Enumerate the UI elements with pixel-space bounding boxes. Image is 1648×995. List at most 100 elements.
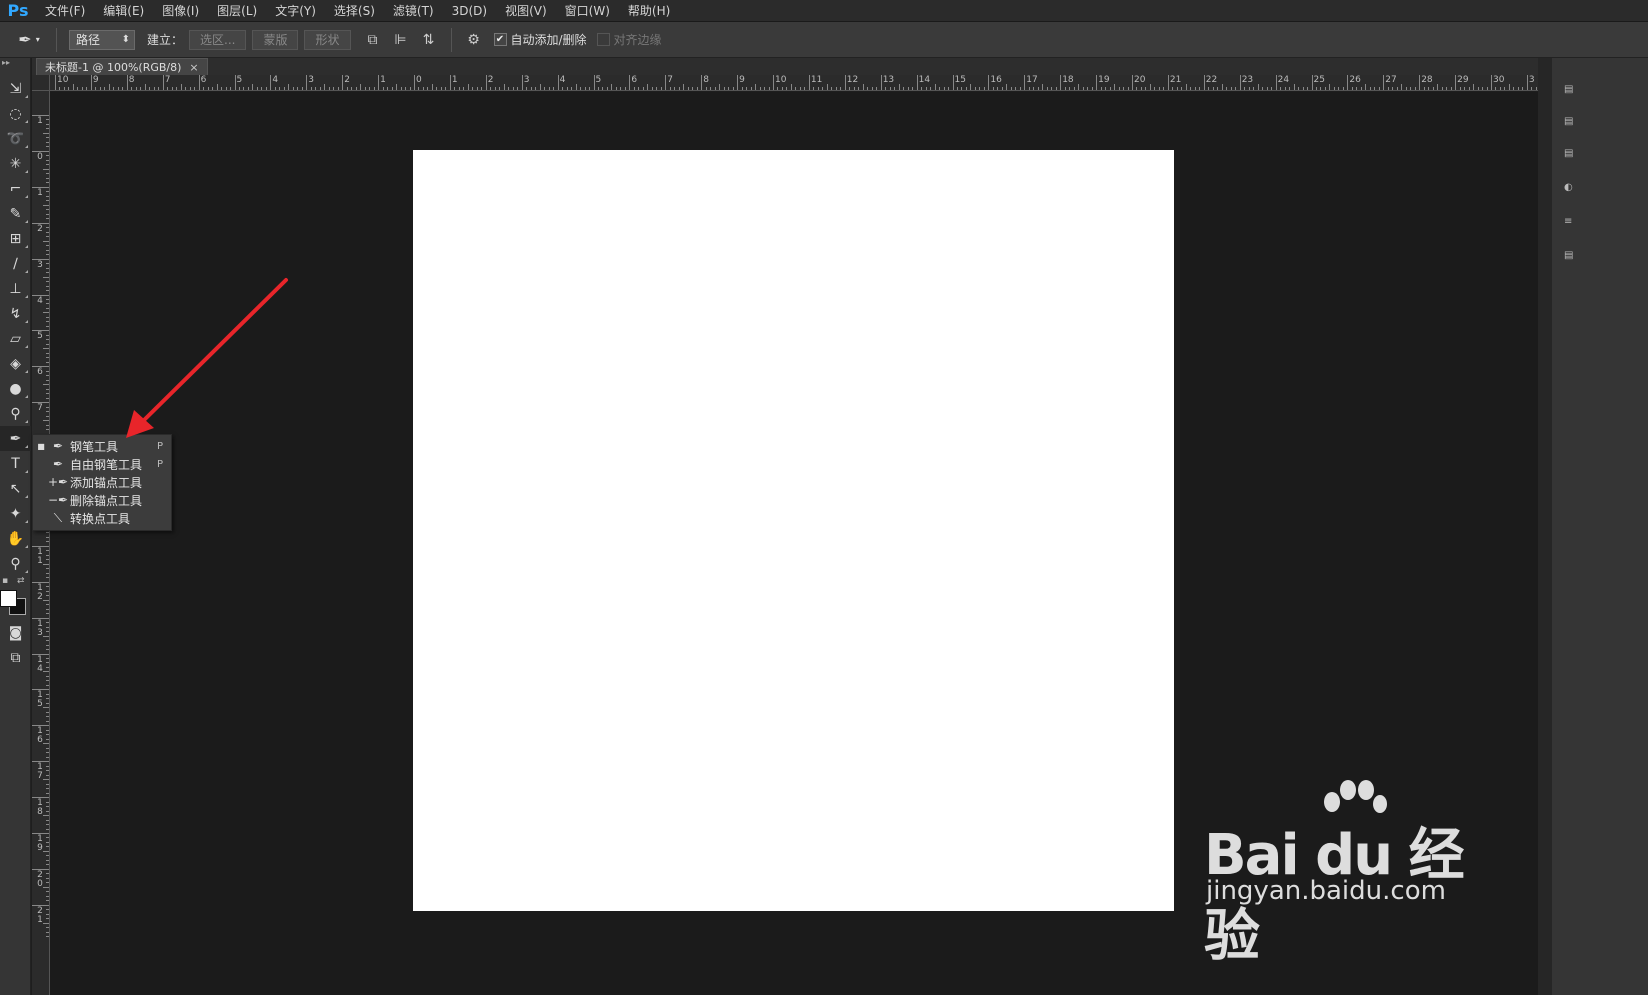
ruler-origin[interactable] [32, 75, 50, 91]
move-tool-icon: ⇲ [9, 80, 22, 97]
tool-button[interactable]: ⊞ [0, 226, 31, 251]
menu-item-select[interactable]: 选择(S) [325, 0, 384, 22]
screen-mode-icon: ⧉ [10, 649, 21, 666]
ruler-tick [46, 568, 49, 570]
ruler-tick [261, 87, 263, 90]
tool-button[interactable]: ✋ [0, 526, 31, 551]
document-canvas[interactable] [413, 150, 1174, 911]
flyout-item[interactable]: ✒ 自由钢笔工具 P [33, 455, 171, 473]
tool-button[interactable]: ✳ [0, 151, 31, 176]
ruler-tick [1194, 87, 1196, 90]
ruler-label: 3 [37, 259, 43, 270]
ruler-tick [46, 734, 49, 736]
tool-button[interactable]: ✦ [0, 501, 31, 526]
ruler-tick [46, 267, 49, 269]
foreground-color-swatch[interactable] [0, 590, 17, 607]
vertical-ruler[interactable]: 101234567891 01 11 21 31 41 51 61 71 81 … [32, 91, 50, 995]
ruler-tick [32, 761, 49, 763]
default-colors-icon[interactable]: ▪ [2, 576, 8, 586]
tool-button[interactable]: ⇲ [0, 76, 31, 101]
ruler-tick [1495, 87, 1497, 90]
ruler-tick [135, 87, 137, 90]
path-alignment-icon[interactable]: ⊫ [387, 29, 415, 51]
tool-preset-picker[interactable]: ✒ ▾ [10, 27, 48, 53]
menu-item-image[interactable]: 图像(I) [153, 0, 208, 22]
ruler-tick [687, 87, 689, 90]
ruler-label: 22 [1205, 75, 1218, 85]
panel-icon[interactable]: ▤ [1564, 250, 1574, 268]
menu-item-window[interactable]: 窗口(W) [556, 0, 619, 22]
ruler-tick [1244, 87, 1246, 90]
ruler-tick [43, 886, 49, 888]
menu-item-layer[interactable]: 图层(L) [208, 0, 266, 22]
panel-icon[interactable]: ▤ [1564, 84, 1574, 102]
document-tab[interactable]: 未标题-1 @ 100%(RGB/8) × [36, 58, 208, 75]
close-icon[interactable]: × [189, 61, 198, 74]
tool-button[interactable]: ↖ [0, 476, 31, 501]
flyout-item[interactable]: +✒ 添加锚点工具 [33, 473, 171, 491]
tool-button[interactable]: ● [0, 376, 31, 401]
flyout-item[interactable]: −✒ 删除锚点工具 [33, 491, 171, 509]
menu-item-file[interactable]: 文件(F) [36, 0, 94, 22]
tool-button[interactable]: ▱ [0, 326, 31, 351]
path-operations-icon[interactable]: ⧉ [359, 29, 387, 51]
panel-icon[interactable]: ▤ [1564, 116, 1574, 134]
panel-icon[interactable]: ▤ [1564, 148, 1574, 166]
screen-mode-button[interactable]: ⧉ [0, 645, 31, 670]
menu-item-filter[interactable]: 滤镜(T) [384, 0, 443, 22]
flyout-item-label: 添加锚点工具 [70, 475, 143, 490]
align-edges-checkbox[interactable] [596, 33, 610, 46]
make-mask-button[interactable]: 蒙版 [252, 29, 299, 50]
tool-button[interactable]: ◈ [0, 351, 31, 376]
gear-icon[interactable]: ⚙ [460, 29, 488, 51]
tool-button[interactable]: ⚲ [0, 401, 31, 426]
ruler-tick [1019, 87, 1021, 90]
menu-item-help[interactable]: 帮助(H) [619, 0, 679, 22]
auto-add-delete-checkbox[interactable]: ✔ [493, 33, 507, 46]
quick-mask-button[interactable]: ◙ [0, 620, 31, 645]
ruler-tick [983, 87, 985, 90]
ruler-tick [46, 801, 49, 803]
tool-button[interactable]: ⌐ [0, 176, 31, 201]
ruler-tick [32, 868, 49, 870]
make-shape-button[interactable]: 形状 [304, 29, 351, 50]
horizontal-ruler[interactable]: 10 9 8 7 6 5 4 3 2 1 0 1 2 3 4 5 6 7 8 9 10 11 12 13 14 15 16 17 18 1… [50, 75, 1538, 91]
tool-button[interactable]: ✎ [0, 201, 31, 226]
ruler-tick [46, 882, 49, 884]
menu-item-edit[interactable]: 编辑(E) [94, 0, 153, 22]
swap-colors-icon[interactable]: ⇄ [17, 576, 25, 586]
ruler-tick [342, 75, 344, 90]
menu-item-view[interactable]: 视图(V) [496, 0, 556, 22]
ruler-tick [530, 87, 532, 90]
ruler-tick [46, 738, 49, 740]
ruler-tick [43, 635, 49, 637]
path-arrangement-icon[interactable]: ⇅ [415, 29, 443, 51]
tool-button[interactable]: ↯ [0, 301, 31, 326]
tool-button[interactable]: ⚲ [0, 551, 31, 576]
ruler-tick [46, 343, 49, 345]
tool-button[interactable]: ✒ [0, 426, 31, 451]
tool-button[interactable]: ◌ [0, 101, 31, 126]
ruler-tick [46, 550, 49, 552]
panel-icon[interactable]: ≡ [1564, 216, 1574, 234]
flyout-item[interactable]: ⟍ 转换点工具 [33, 509, 171, 527]
ruler-label: 5 [236, 75, 243, 85]
tool-button[interactable]: ∕ [0, 251, 31, 276]
ruler-tick [1419, 75, 1421, 90]
ruler-tick [46, 783, 49, 785]
toolbox-collapse-icon[interactable]: ▸▸ [0, 58, 30, 76]
mode-select[interactable]: 路径 [69, 29, 135, 50]
menu-item-type[interactable]: 文字(Y) [266, 0, 325, 22]
menu-item-3d[interactable]: 3D(D) [443, 0, 496, 22]
tool-button[interactable]: ⊥ [0, 276, 31, 301]
tool-button[interactable]: T [0, 451, 31, 476]
tool-button[interactable]: ➰ [0, 126, 31, 151]
ruler-tick [153, 87, 155, 90]
ruler-label: 30 [1493, 75, 1505, 85]
ruler-tick [185, 87, 187, 90]
ruler-tick [46, 895, 49, 897]
make-selection-button[interactable]: 选区... [189, 29, 247, 50]
ruler-tick [198, 75, 200, 90]
panel-icon[interactable]: ◐ [1564, 182, 1574, 200]
flyout-item[interactable]: ■ ✒ 钢笔工具 P [33, 437, 171, 455]
